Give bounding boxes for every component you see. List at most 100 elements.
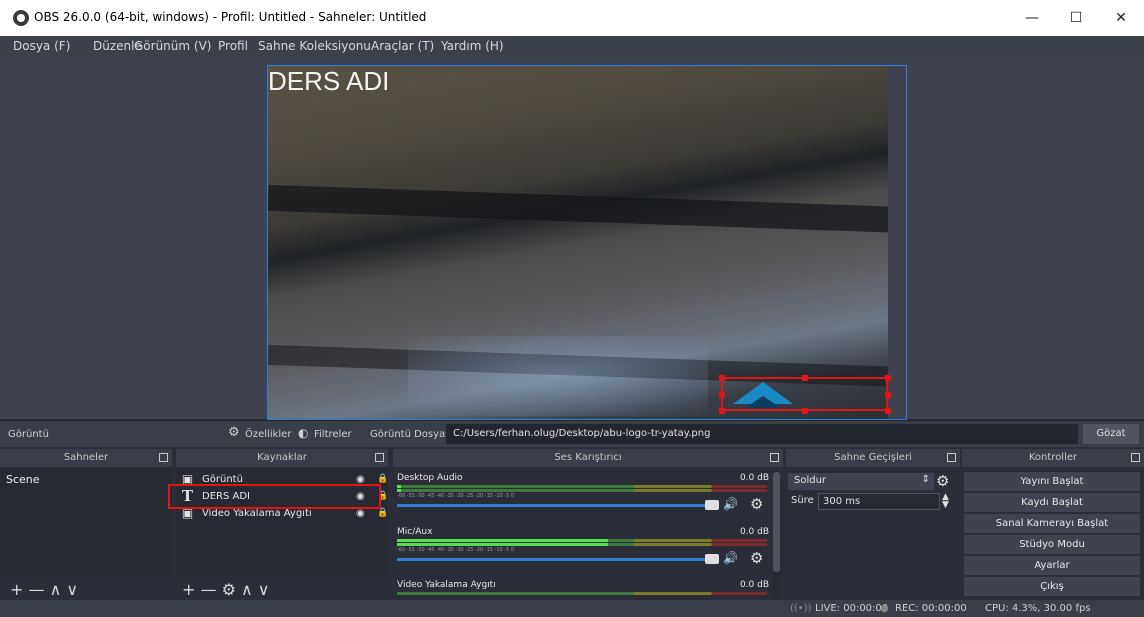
mixer-channel-mic: Mic/Aux 0.0 dB -60 -55 -50 -45 -40 -35 -… — [395, 527, 771, 567]
menu-profile[interactable]: Profil — [218, 39, 248, 53]
title-bar: OBS 26.0.0 (64-bit, windows) - Profil: U… — [0, 0, 1144, 36]
scene-item[interactable]: Scene — [6, 473, 40, 486]
close-button[interactable]: ✕ — [1099, 6, 1143, 30]
sources-toolbar[interactable]: + — ⚙ ∧ ∨ — [182, 580, 270, 599]
spin-buttons[interactable]: ▲ ▼ — [942, 493, 949, 510]
volume-knob[interactable] — [705, 554, 719, 564]
source-name: Video Yakalama Aygıtı — [202, 508, 312, 519]
scenes-dock-title: Sahneler — [63, 452, 109, 463]
speaker-icon[interactable]: 🔊 — [723, 551, 738, 565]
live-icon: ((•)) — [790, 603, 812, 614]
filters-button[interactable]: Filtreler — [314, 429, 352, 440]
menu-tools[interactable]: Araçlar (T) — [371, 39, 434, 53]
dock-float-icon[interactable] — [947, 453, 956, 462]
menu-bar: Dosya (F) Düzenle Görünüm (V) Profil Sah… — [0, 36, 1144, 57]
resize-handle[interactable] — [719, 375, 725, 381]
studio-mode-button[interactable]: Stüdyo Modu — [964, 535, 1140, 554]
dock-float-icon[interactable] — [1131, 453, 1140, 462]
meter-fill — [397, 485, 401, 488]
meter-fill — [397, 489, 401, 492]
scenes-dock-header: Sahneler — [0, 449, 172, 467]
speaker-icon[interactable]: 🔊 — [723, 497, 738, 511]
menu-file[interactable]: Dosya (F) — [13, 39, 70, 53]
exit-button[interactable]: Çıkış — [964, 577, 1140, 596]
window-title: OBS 26.0.0 (64-bit, windows) - Profil: U… — [34, 10, 427, 24]
level-meter — [397, 543, 767, 546]
chevron-updown-icon: ⇕ — [921, 474, 930, 485]
selected-source-label: Görüntü — [8, 429, 49, 440]
volume-knob[interactable] — [705, 500, 719, 510]
mixer-scrollbar[interactable] — [773, 470, 780, 600]
resize-handle[interactable] — [885, 392, 891, 398]
rec-status: REC: 00:00:00 — [895, 603, 967, 614]
start-virtual-camera-button[interactable]: Sanal Kamerayı Başlat — [964, 514, 1140, 533]
preview-text-overlay[interactable]: DERS ADI — [268, 66, 389, 97]
transition-select[interactable]: Soldur ⇕ — [788, 473, 934, 490]
selected-source-bounds[interactable] — [721, 377, 888, 411]
obs-logo-icon — [13, 10, 29, 26]
mixer-channel-video: Video Yakalama Aygıtı 0.0 dB — [395, 580, 771, 600]
canvas-edge — [888, 66, 906, 419]
menu-help[interactable]: Yardım (H) — [441, 39, 504, 53]
mixer-dock-header: Ses Karıştırıcı — [393, 449, 783, 467]
status-bar: ((•)) LIVE: 00:00:00 ● REC: 00:00:00 CPU… — [0, 600, 1144, 617]
file-path-field[interactable]: C:/Users/ferhan.olug/Desktop/abu-logo-tr… — [446, 424, 1078, 444]
duration-field[interactable]: 300 ms — [818, 493, 940, 510]
dock-float-icon[interactable] — [375, 453, 384, 462]
controls-dock-header: Kontroller — [962, 449, 1144, 467]
wood-stripe — [268, 184, 906, 234]
browse-button[interactable]: Gözat — [1083, 424, 1139, 444]
preview-canvas[interactable] — [267, 65, 907, 420]
transitions-dock-header: Sahne Geçişleri — [786, 449, 960, 467]
lock-icon[interactable]: 🔒 — [377, 508, 388, 518]
scrollbar-thumb[interactable] — [773, 472, 780, 572]
meter-scale: -60 -55 -50 -45 -40 -35 -30 -25 -20 -15 … — [397, 493, 515, 499]
filters-icon[interactable]: ◐ — [298, 426, 308, 440]
channel-db: 0.0 dB — [739, 527, 769, 537]
maximize-button[interactable]: ☐ — [1054, 6, 1098, 30]
properties-button[interactable]: Özellikler — [245, 429, 291, 440]
resize-handle[interactable] — [885, 375, 891, 381]
meter-scale: -60 -55 -50 -45 -40 -35 -30 -25 -20 -15 … — [397, 547, 515, 553]
transition-selected: Soldur — [794, 475, 827, 486]
mixer-channel-desktop: Desktop Audio 0.0 dB -60 -55 -50 -45 -40… — [395, 473, 771, 513]
transitions-dock-title: Sahne Geçişleri — [834, 452, 912, 463]
channel-name: Desktop Audio — [397, 473, 463, 483]
file-label: Görüntü Dosyası — [370, 429, 454, 440]
controls-dock-title: Kontroller — [1028, 452, 1078, 463]
duration-label: Süre — [791, 495, 814, 506]
volume-slider[interactable] — [397, 558, 715, 561]
resize-handle[interactable] — [802, 375, 808, 381]
gear-icon[interactable]: ⚙ — [750, 549, 763, 567]
gear-icon[interactable]: ⚙ — [750, 495, 763, 513]
source-highlight-box — [168, 484, 381, 509]
lock-icon[interactable]: 🔒 — [377, 474, 388, 484]
dock-float-icon[interactable] — [770, 453, 779, 462]
channel-name: Mic/Aux — [397, 527, 433, 537]
mixer-dock-title: Ses Karıştırıcı — [554, 452, 622, 463]
channel-db: 0.0 dB — [739, 473, 769, 483]
dock-float-icon[interactable] — [159, 453, 168, 462]
settings-button[interactable]: Ayarlar — [964, 556, 1140, 575]
start-streaming-button[interactable]: Yayını Başlat — [964, 472, 1140, 491]
meter-fill — [397, 539, 608, 542]
resize-handle[interactable] — [719, 408, 725, 414]
resize-handle[interactable] — [719, 392, 725, 398]
volume-slider[interactable] — [397, 504, 715, 507]
light-glow — [408, 336, 708, 416]
rec-dot-icon: ● — [880, 603, 889, 614]
source-toolbar: Görüntü ⚙ Özellikler ◐ Filtreler Görüntü… — [0, 420, 1144, 447]
resize-handle[interactable] — [885, 408, 891, 414]
scenes-toolbar[interactable]: + — ∧ ∨ — [10, 580, 78, 599]
menu-view[interactable]: Görünüm (V) — [134, 39, 211, 53]
minimize-button[interactable]: — — [1010, 6, 1054, 30]
gear-icon[interactable]: ⚙ — [228, 425, 240, 440]
visibility-eye-icon[interactable]: ◉ — [356, 508, 365, 519]
meter-fill — [397, 543, 608, 546]
gear-icon[interactable]: ⚙ — [936, 472, 949, 490]
start-recording-button[interactable]: Kaydı Başlat — [964, 493, 1140, 512]
resize-handle[interactable] — [802, 408, 808, 414]
cpu-status: CPU: 4.3%, 30.00 fps — [985, 603, 1091, 614]
sources-dock-header: Kaynaklar — [176, 449, 388, 467]
menu-scene-collection[interactable]: Sahne Koleksiyonu — [258, 39, 371, 53]
